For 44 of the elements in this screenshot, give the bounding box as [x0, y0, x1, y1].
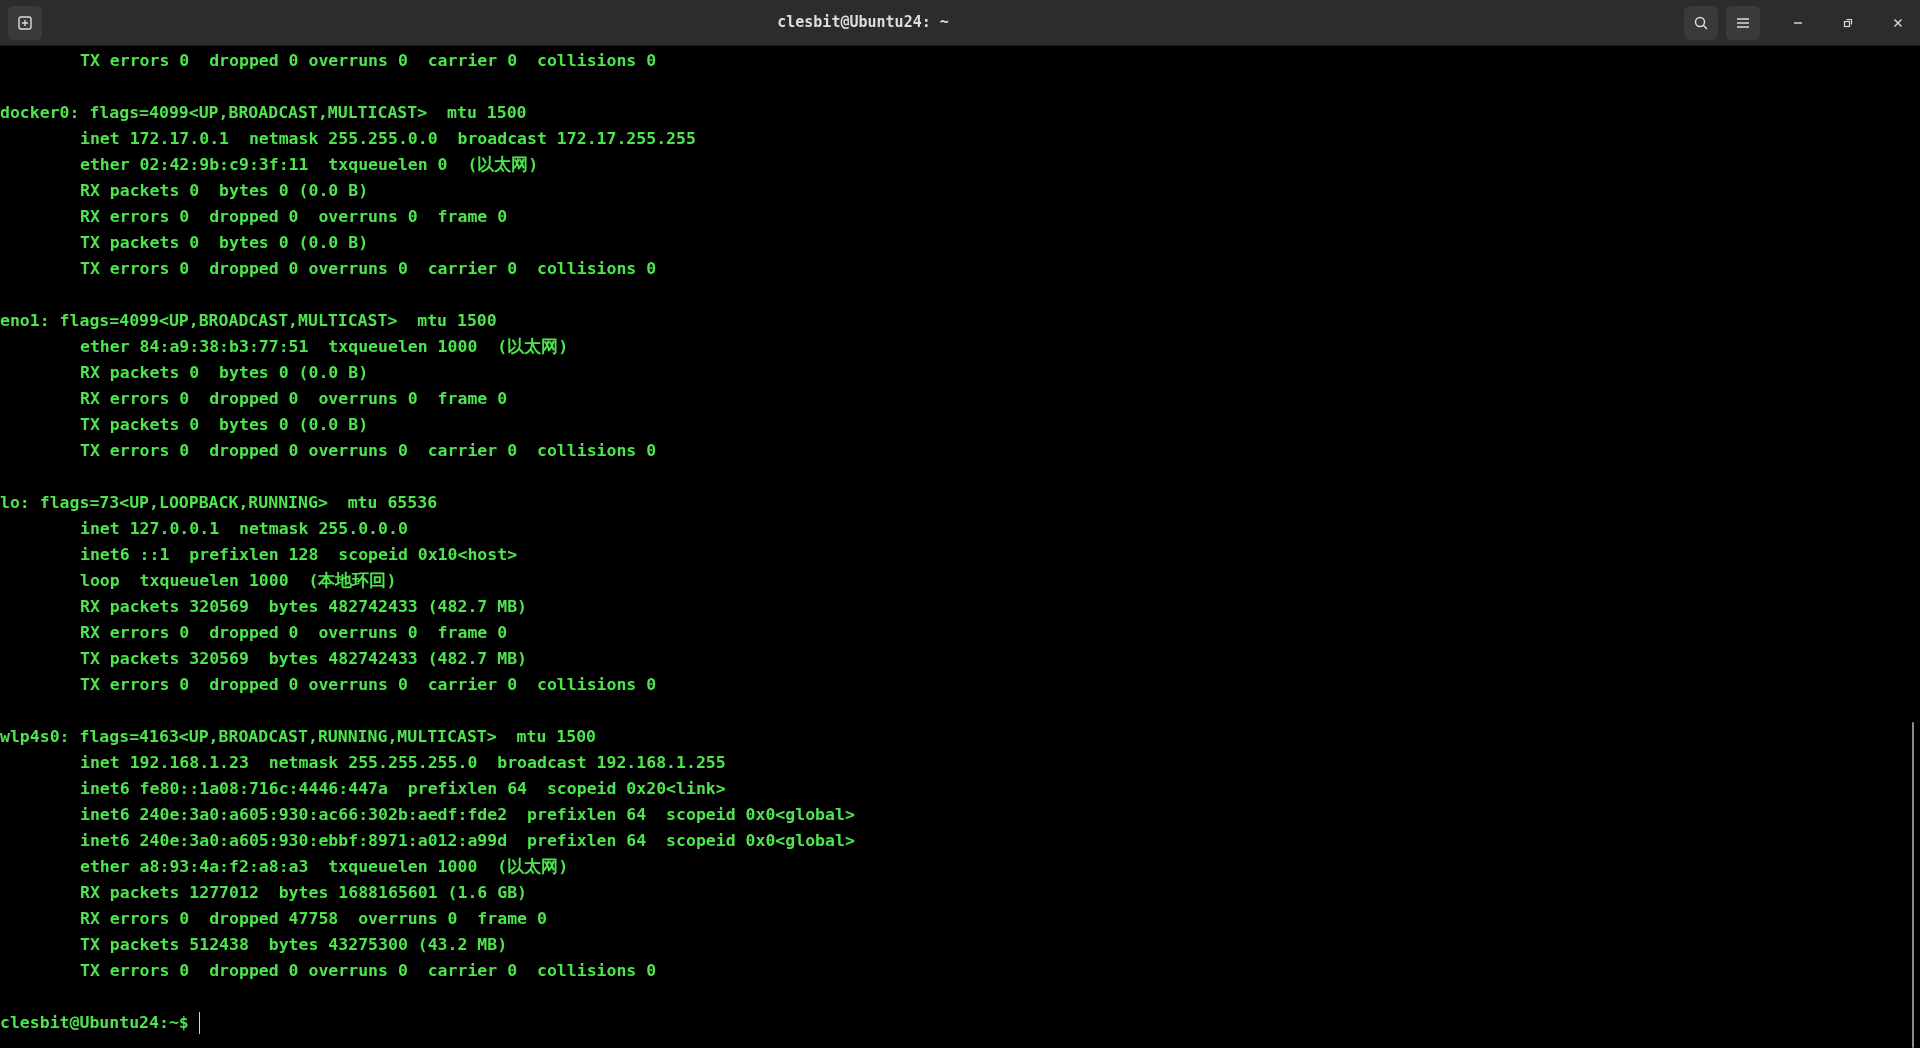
terminal-line: TX errors 0 dropped 0 overruns 0 carrier 0 collisions 0 [80, 960, 657, 982]
terminal-line: TX errors 0 dropped 0 overruns 0 carrier 0 collisions 0 [80, 50, 657, 72]
terminal-line: inet6 240e:3a0:a605:930:ebbf:8971:a012:a99d prefixlen 64 scopeid 0x0<global> [80, 830, 855, 852]
terminal-line: RX errors 0 dropped 0 overruns 0 frame 0 [80, 388, 508, 410]
new-tab-icon [17, 14, 33, 31]
terminal-line: ether 84:a9:38:b3:77:51 txqueuelen 1000 (以太网) [80, 336, 569, 358]
terminal-line: inet6 ::1 prefixlen 128 scopeid 0x10<host> [80, 544, 518, 566]
minimize-icon [1794, 21, 1802, 24]
terminal-line: RX errors 0 dropped 0 overruns 0 frame 0 [80, 206, 508, 228]
window-title: clesbit@Ubuntu24: ~ [777, 12, 949, 34]
terminal-line: RX packets 0 bytes 0 (0.0 B) [80, 180, 369, 202]
terminal-line: lo: flags=73<UP,LOOPBACK,RUNNING> mtu 65536 [0, 492, 438, 514]
terminal-line: TX packets 0 bytes 0 (0.0 B) [80, 414, 369, 436]
restore-icon [1843, 17, 1853, 28]
terminal-line: inet 172.17.0.1 netmask 255.255.0.0 broadcast 172.17.255.255 [80, 128, 696, 150]
terminal-line: TX packets 512438 bytes 43275300 (43.2 MB) [80, 934, 508, 956]
menu-icon [1736, 16, 1750, 29]
terminal-line: eno1: flags=4099<UP,BROADCAST,MULTICAST> mtu 1500 [0, 310, 497, 332]
text-cursor [198, 1012, 201, 1034]
menu-button[interactable] [1726, 5, 1760, 40]
terminal-line: RX errors 0 dropped 0 overruns 0 frame 0 [80, 622, 508, 644]
close-icon [1893, 17, 1903, 28]
terminal-line: docker0: flags=4099<UP,BROADCAST,MULTICAST> mtu 1500 [0, 102, 527, 124]
search-icon [1693, 14, 1709, 31]
terminal-line: RX packets 0 bytes 0 (0.0 B) [80, 362, 369, 384]
search-button[interactable] [1684, 5, 1718, 40]
terminal-line: TX errors 0 dropped 0 overruns 0 carrier 0 collisions 0 [80, 258, 657, 280]
shell-prompt: clesbit@Ubuntu24:~$ [0, 1012, 189, 1034]
new-tab-button[interactable] [8, 5, 42, 40]
terminal-line: inet6 fe80::1a08:716c:4446:447a prefixlen 64 scopeid 0x20<link> [80, 778, 726, 800]
terminal-line: TX packets 320569 bytes 482742433 (482.7 MB) [80, 648, 528, 670]
terminal-line: loop txqueuelen 1000 (本地环回) [80, 570, 397, 592]
terminal-line: inet 127.0.0.1 netmask 255.0.0.0 [80, 518, 408, 540]
terminal-line: RX packets 1277012 bytes 1688165601 (1.6 GB) [80, 882, 528, 904]
terminal-line: TX packets 0 bytes 0 (0.0 B) [80, 232, 369, 254]
terminal-line: TX errors 0 dropped 0 overruns 0 carrier 0 collisions 0 [80, 674, 657, 696]
terminal-line: inet 192.168.1.23 netmask 255.255.255.0 broadcast 192.168.1.255 [80, 752, 726, 774]
terminal-line: inet6 240e:3a0:a605:930:ac66:302b:aedf:fde2 prefixlen 64 scopeid 0x0<global> [80, 804, 855, 826]
terminal-line: RX packets 320569 bytes 482742433 (482.7 MB) [80, 596, 528, 618]
terminal-line: wlp4s0: flags=4163<UP,BROADCAST,RUNNING,MULTICAST> mtu 1500 [0, 726, 597, 748]
terminal-line: RX errors 0 dropped 47758 overruns 0 frame 0 [80, 908, 547, 930]
terminal-line: ether 02:42:9b:c9:3f:11 txqueuelen 0 (以太网) [80, 154, 539, 176]
terminal-line: TX errors 0 dropped 0 overruns 0 carrier 0 collisions 0 [80, 440, 657, 462]
terminal-line: ether a8:93:4a:f2:a8:a3 txqueuelen 1000 (以太网) [80, 856, 569, 878]
